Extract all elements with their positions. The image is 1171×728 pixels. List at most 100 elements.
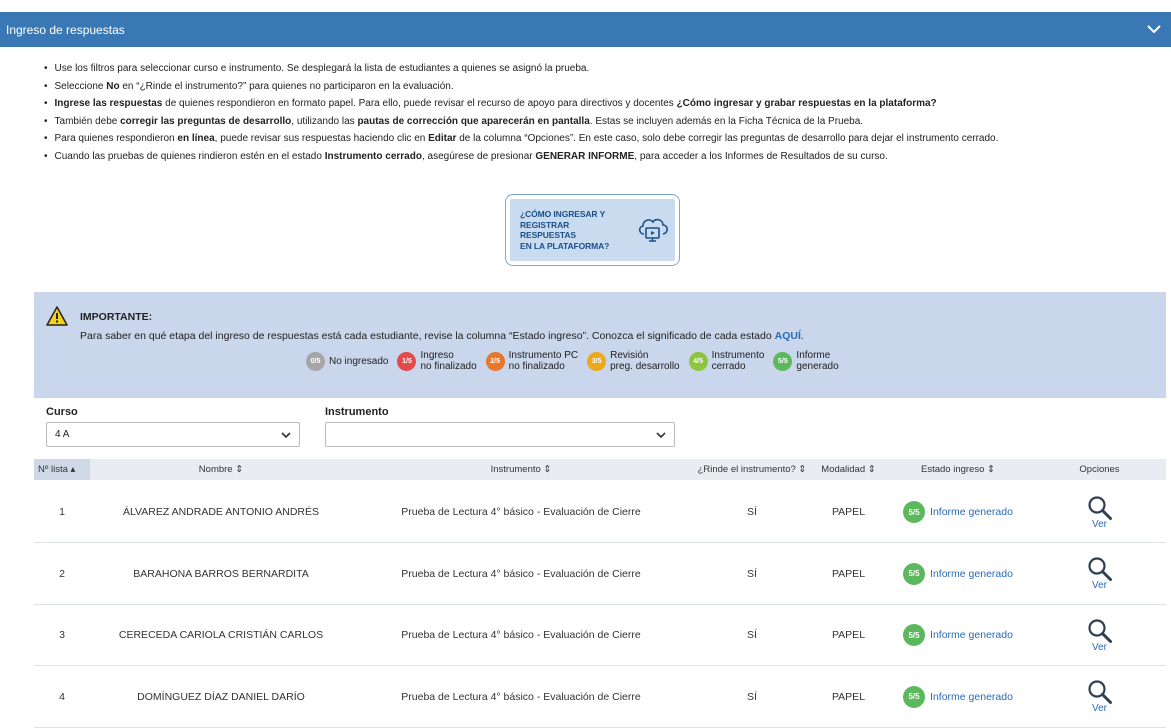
legend-item: 1/5 Ingreso no finalizado — [397, 350, 477, 372]
header-n-lista[interactable]: Nº lista ▴ — [34, 459, 90, 480]
view-button[interactable]: Ver — [1033, 618, 1166, 653]
view-button[interactable]: Ver — [1033, 556, 1166, 591]
header-opciones: Opciones — [1079, 464, 1120, 475]
instruction-text: de quienes respondieron en formato papel… — [162, 98, 677, 109]
header-rinde[interactable]: ¿Rinde el instrumento? ⇕ — [690, 464, 814, 475]
cell-n-lista: 1 — [59, 506, 65, 518]
table-header: Nº lista ▴ Nombre ⇕ Instrumento ⇕ ¿Rinde… — [34, 459, 1166, 480]
curso-label: Curso — [46, 406, 78, 418]
legend-item: 5/5 Informe generado — [773, 350, 839, 372]
instruction-text: de la columna “Opciones”. En este caso, … — [456, 133, 999, 144]
help-resource-button[interactable]: ¿Cómo ingresar y registrar respuestas en… — [505, 194, 680, 266]
view-label: Ver — [1091, 518, 1107, 530]
instruction-text: . Estas se incluyen además en la Ficha T… — [589, 115, 864, 127]
important-title: IMPORTANTE: — [80, 311, 153, 323]
status-text: Informe generado — [930, 567, 1013, 580]
curso-select[interactable]: 4 A — [46, 422, 300, 447]
legend-item: 3/5 Revisión preg. desarrollo — [587, 350, 680, 372]
legend-item: 4/5 Instrumento cerrado — [688, 350, 765, 372]
cell-estado: 5/5 Informe generado — [883, 501, 1033, 523]
cell-estado: 5/5 Informe generado — [883, 624, 1033, 646]
cell-n-lista: 3 — [59, 629, 65, 641]
instruction-text: , para acceder a los Informes de Resulta… — [634, 150, 888, 162]
status-legend: 0/5 No ingresado 1/5 Ingreso no finalizado 2… — [306, 350, 848, 372]
status-text: Informe generado — [930, 629, 1013, 641]
cell-instrumento: Prueba de Lectura 4° básico - Evaluación… — [401, 567, 641, 580]
status-text: Informe generado — [930, 690, 1013, 703]
instruction-text: pautas de corrección que aparecerán en p… — [357, 115, 590, 127]
cell-nombre: BARAHONA BARROS BERNARDITA — [133, 567, 309, 580]
status-badge: 0/5 — [306, 351, 325, 371]
view-label: Ver — [1091, 580, 1107, 591]
legend-item: 2/5 Instrumento PC no finalizado — [485, 350, 578, 372]
instruction-item: Cuando las pruebas de quienes rindieron … — [46, 148, 1156, 166]
table-row: 4 DOMÍNGUEZ DÍAZ DANIEL DARÍO Prueba de Le… — [34, 667, 1166, 728]
states-info-link[interactable]: AQUÍ — [775, 330, 801, 342]
status-badge: 5/5 — [903, 685, 926, 708]
instruction-text: en línea — [177, 133, 215, 144]
table-row: 3 CERECEDA CARIOLA CRISTIÁN CARLOS Prueba … — [34, 605, 1166, 666]
legend-label: Instrumento cerrado — [711, 350, 765, 372]
instruction-text: Editar — [428, 133, 457, 144]
instruction-text: Ingrese las respuestas — [54, 98, 163, 109]
cell-rinde: SÍ — [747, 629, 757, 641]
cell-opciones: Ver — [1033, 618, 1166, 653]
magnifier-icon — [1087, 495, 1113, 521]
chevron-down-icon — [656, 431, 666, 439]
status-text: Informe generado — [930, 506, 1013, 518]
cell-opciones: Ver — [1033, 495, 1166, 530]
header-instrumento[interactable]: Instrumento ⇕ — [352, 464, 690, 475]
important-text: Para saber en qué etapa del ingreso de r… — [80, 330, 804, 342]
section-header[interactable]: Ingreso de respuestas — [0, 12, 1171, 47]
chevron-down-icon — [281, 431, 291, 439]
instruction-text: Use los filtros para seleccionar curso e… — [54, 63, 590, 74]
header-modalidad[interactable]: Modalidad ⇕ — [814, 464, 883, 475]
view-button[interactable]: Ver — [1033, 679, 1166, 714]
cell-n-lista: 2 — [59, 567, 65, 580]
view-label: Ver — [1091, 641, 1107, 653]
instruction-text: También debe — [54, 115, 121, 127]
status-badge: 4/5 — [688, 351, 708, 371]
important-text-body: Para saber en qué etapa del ingreso de r… — [80, 330, 775, 342]
instruction-text: , utilizando las — [291, 115, 358, 127]
cell-rinde: SÍ — [747, 690, 757, 703]
cell-instrumento: Prueba de Lectura 4° básico - Evaluación… — [401, 629, 641, 641]
cell-nombre: CERECEDA CARIOLA CRISTIÁN CARLOS — [118, 629, 324, 641]
instruction-item: Para quienes respondieron en línea, pued… — [46, 130, 1156, 148]
header-estado[interactable]: Estado ingreso ⇕ — [883, 464, 1033, 475]
important-notice: IMPORTANTE: Para saber en qué etapa del … — [34, 292, 1166, 398]
instruction-text: , asegúrese de presionar — [421, 150, 536, 162]
help-line-1: ¿Cómo ingresar y — [520, 209, 606, 219]
instruction-text: ¿Cómo ingresar y grabar respuestas en la… — [676, 98, 937, 109]
legend-label: Ingreso no finalizado — [420, 350, 477, 372]
magnifier-icon — [1087, 679, 1113, 705]
instruction-text: Instrumento cerrado — [324, 150, 422, 162]
instruction-text: GENERAR INFORME — [535, 150, 635, 162]
status-badge: 5/5 — [903, 624, 926, 646]
view-button[interactable]: Ver — [1033, 495, 1166, 530]
legend-label: Revisión preg. desarrollo — [610, 350, 680, 372]
cloud-monitor-icon — [635, 212, 671, 248]
legend-label: No ingresado — [329, 355, 389, 367]
cell-n-lista: 4 — [59, 690, 65, 703]
instructions-list: Use los filtros para seleccionar curso e… — [46, 60, 1156, 165]
instruction-text: corregir las preguntas de desarrollo — [120, 115, 292, 127]
cell-rinde: SÍ — [747, 567, 757, 580]
cell-opciones: Ver — [1033, 679, 1166, 714]
table-row: 2 BARAHONA BARROS BERNARDITA Prueba de Lec… — [34, 544, 1166, 605]
chevron-down-icon[interactable] — [1145, 21, 1163, 39]
legend-label: Informe generado — [796, 350, 839, 372]
magnifier-icon — [1087, 556, 1113, 582]
instrumento-select[interactable] — [325, 422, 675, 447]
instruction-text: en “¿Rinde el instrumento?” para quienes… — [119, 80, 454, 92]
section-title: Ingreso de respuestas — [6, 22, 125, 37]
view-label: Ver — [1091, 703, 1107, 714]
instruction-text: Cuando las pruebas de quienes rindieron … — [54, 150, 325, 162]
cell-nombre: ÁLVAREZ ANDRADE ANTONIO ANDRÉS — [122, 506, 320, 518]
status-badge: 5/5 — [903, 562, 926, 585]
header-nombre[interactable]: Nombre ⇕ — [90, 464, 352, 475]
help-line-2: registrar respuestas — [520, 219, 576, 241]
cell-instrumento: Prueba de Lectura 4° básico - Evaluación… — [401, 506, 641, 518]
instruction-text: Seleccione — [54, 80, 107, 92]
instruction-text: , puede revisar sus respuestas haciendo … — [214, 133, 429, 144]
